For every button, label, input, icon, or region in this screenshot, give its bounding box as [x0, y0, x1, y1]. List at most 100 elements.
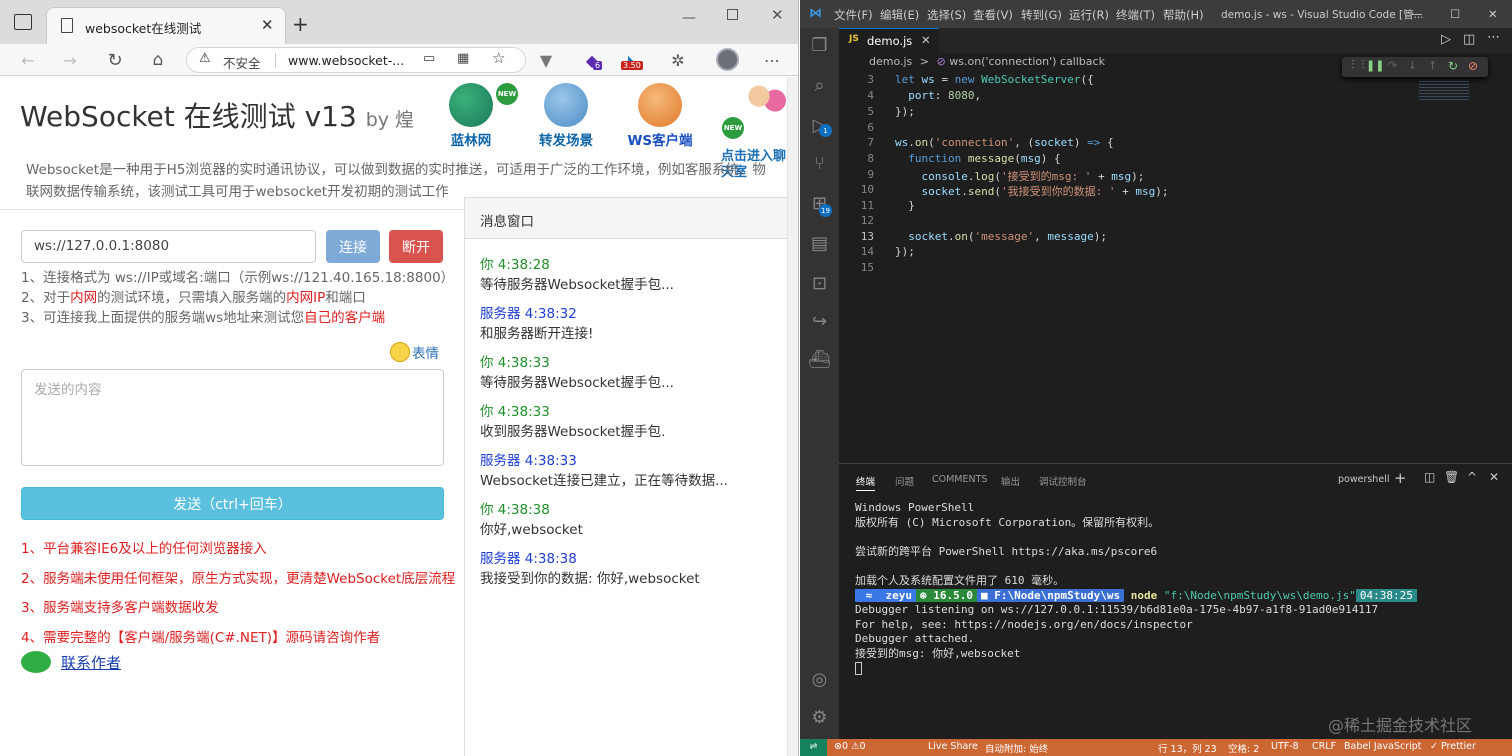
status-auto-attach[interactable]: 自动附加: 始终 [985, 741, 1048, 755]
split-editor-icon[interactable]: ◫ [1463, 32, 1475, 47]
vscode-maximize-icon[interactable]: ☐ [1450, 7, 1460, 21]
users-icon [747, 83, 787, 127]
code-editor[interactable]: 3 4 5 6 7 8 9 10 11 12 13 14 15 let ws =… [839, 71, 1512, 463]
menu-goto[interactable]: 转到(G) [1021, 7, 1062, 23]
folder-icon[interactable]: ▤ [808, 232, 831, 255]
maximize-panel-icon[interactable]: ^ [1467, 470, 1477, 484]
panel-tab-problems[interactable]: 问题 [895, 474, 914, 488]
profile-avatar[interactable] [716, 48, 739, 71]
live-share-icon[interactable]: ↪ [808, 310, 831, 333]
new-terminal-icon[interactable]: + [1394, 469, 1407, 487]
back-icon[interactable]: ← [16, 48, 40, 72]
menu-run[interactable]: 运行(R) [1069, 7, 1109, 23]
extension-v-icon[interactable]: ▼ [534, 48, 558, 72]
panel-tab-debug-console[interactable]: 调试控制台 [1039, 474, 1087, 488]
terminal-shell-select[interactable]: powershell [1338, 474, 1389, 485]
source-control-icon[interactable]: ⑂ [808, 152, 831, 175]
docker-icon[interactable]: ⛴ [808, 348, 831, 371]
menu-view[interactable]: 查看(V) [973, 7, 1013, 23]
menu-edit[interactable]: 编辑(E) [880, 7, 919, 23]
debug-step-into-icon[interactable]: ↓ [1408, 59, 1417, 72]
status-spaces[interactable]: 空格: 2 [1228, 741, 1259, 755]
qr-icon[interactable]: ▦ [457, 51, 469, 66]
debug-step-out-icon[interactable]: ↑ [1428, 59, 1437, 72]
debug-restart-icon[interactable]: ↻ [1448, 59, 1458, 73]
vscode-titlebar: ⋈ 文件(F) 编辑(E) 选择(S) 查看(V) 转到(G) 运行(R) 终端… [800, 0, 1512, 28]
debug-disconnect-icon[interactable]: ⊘ [1468, 59, 1478, 73]
disconnect-button[interactable]: 断开 [389, 230, 443, 263]
status-encoding[interactable]: UTF-8 [1271, 741, 1299, 752]
status-language[interactable]: Babel JavaScript [1344, 741, 1422, 752]
terminal-line: For help, see: https://nodejs.org/en/doc… [855, 617, 1193, 631]
panel-tab-output[interactable]: 输出 [1001, 474, 1020, 488]
debug-step-over-icon[interactable]: ↷ [1388, 59, 1397, 72]
nav-lanlin[interactable]: 蓝林网 [446, 83, 496, 149]
line-number: 3 [867, 73, 874, 86]
line-number: 8 [867, 152, 874, 165]
close-tab-icon[interactable]: ✕ [261, 16, 274, 34]
split-terminal-icon[interactable]: ◫ [1424, 470, 1435, 484]
terminal-output[interactable]: Windows PowerShell 版权所有 (C) Microsoft Cor… [855, 501, 1417, 675]
extensions-icon[interactable]: ✲ [666, 48, 690, 72]
maximize-icon[interactable] [727, 9, 738, 20]
ws-url-input[interactable]: ws://127.0.0.1:8080 [21, 230, 316, 263]
menu-terminal[interactable]: 终端(T) [1116, 7, 1155, 23]
settings-gear-icon[interactable]: ⚙ [808, 706, 831, 729]
emoji-button[interactable]: 表情 [390, 342, 439, 362]
menu-selection[interactable]: 选择(S) [927, 7, 966, 23]
kill-terminal-icon[interactable]: 🗑 [1444, 470, 1459, 484]
new-badge-1: NEW [496, 83, 518, 105]
address-bar[interactable]: ⚠ 不安全 www.websocket-... ▭ ▦ ☆ [186, 47, 526, 73]
tab-demo-js[interactable]: JS demo.js ✕ [839, 28, 939, 53]
search-icon[interactable]: ⌕ [808, 74, 831, 97]
page-icon [61, 18, 73, 33]
home-icon[interactable]: ⌂ [146, 48, 170, 72]
browser-tab[interactable]: websocket在线测试 ✕ [46, 7, 286, 44]
more-actions-icon[interactable]: ⋯ [1487, 30, 1500, 45]
send-content-textarea[interactable]: 发送的内容 [21, 369, 444, 466]
status-prettier[interactable]: ✓ Prettier [1430, 741, 1476, 752]
status-live-share[interactable]: Live Share [928, 741, 978, 752]
tab-actions-icon[interactable] [14, 14, 32, 30]
debug-pause-icon[interactable]: ❚❚ [1366, 59, 1384, 72]
panel-tab-terminal[interactable]: 终端 [856, 474, 876, 491]
refresh-icon[interactable]: ↻ [103, 48, 127, 72]
contact-author-link[interactable]: 联系作者 [61, 652, 121, 673]
js-file-icon: JS [849, 34, 859, 44]
breadcrumb-symbol[interactable]: ws.on('connection') callback [949, 55, 1105, 68]
status-eol[interactable]: CRLF [1312, 741, 1336, 752]
close-panel-icon[interactable]: ✕ [1489, 470, 1499, 484]
tip-2-e: 和端口 [325, 290, 366, 306]
remote-explorer-icon[interactable]: ⊡ [808, 272, 831, 295]
close-window-icon[interactable]: ✕ [771, 6, 784, 24]
remote-indicator-icon[interactable]: ⇌ [800, 739, 827, 756]
panel-tab-comments[interactable]: COMMENTS [932, 474, 987, 485]
new-tab-icon[interactable]: + [292, 12, 309, 36]
menu-file[interactable]: 文件(F) [834, 7, 873, 23]
explorer-icon[interactable]: ❐ [808, 34, 831, 57]
reader-icon[interactable]: ▭ [423, 51, 435, 66]
breadcrumb-file[interactable]: demo.js [869, 55, 912, 68]
nav-forward-scene[interactable]: 转发场景 [535, 83, 597, 149]
forward-icon[interactable]: → [58, 48, 82, 72]
close-tab-icon[interactable]: ✕ [921, 33, 931, 47]
minimize-icon[interactable]: — [682, 10, 696, 26]
message-sender: 服务器 4:38:32 [480, 306, 577, 322]
page-scrollbar[interactable] [787, 77, 798, 756]
status-position[interactable]: 行 13，列 23 [1158, 741, 1217, 755]
favorite-icon[interactable]: ☆ [492, 49, 505, 67]
line-number: 5 [867, 105, 874, 118]
send-button[interactable]: 发送（ctrl+回车） [21, 487, 444, 520]
account-icon[interactable]: ◎ [808, 668, 831, 691]
connect-button[interactable]: 连接 [326, 230, 380, 263]
contact-row: 联系作者 [21, 651, 121, 673]
menu-help[interactable]: 帮助(H) [1163, 7, 1204, 23]
nav-ws-client[interactable]: WS客户端 [624, 83, 696, 149]
more-menu-icon[interactable]: ⋯ [760, 48, 784, 72]
run-file-icon[interactable]: ▷ [1441, 32, 1451, 47]
vscode-close-icon[interactable]: ✕ [1488, 7, 1498, 21]
vscode-minimize-icon[interactable]: — [1411, 7, 1423, 21]
status-errors[interactable]: ⊗0 ⚠0 [834, 741, 866, 752]
message-text: 我接受到你的数据: 你好,websocket [480, 571, 700, 587]
debug-drag-handle-icon[interactable]: ⋮⋮ [1348, 59, 1368, 70]
